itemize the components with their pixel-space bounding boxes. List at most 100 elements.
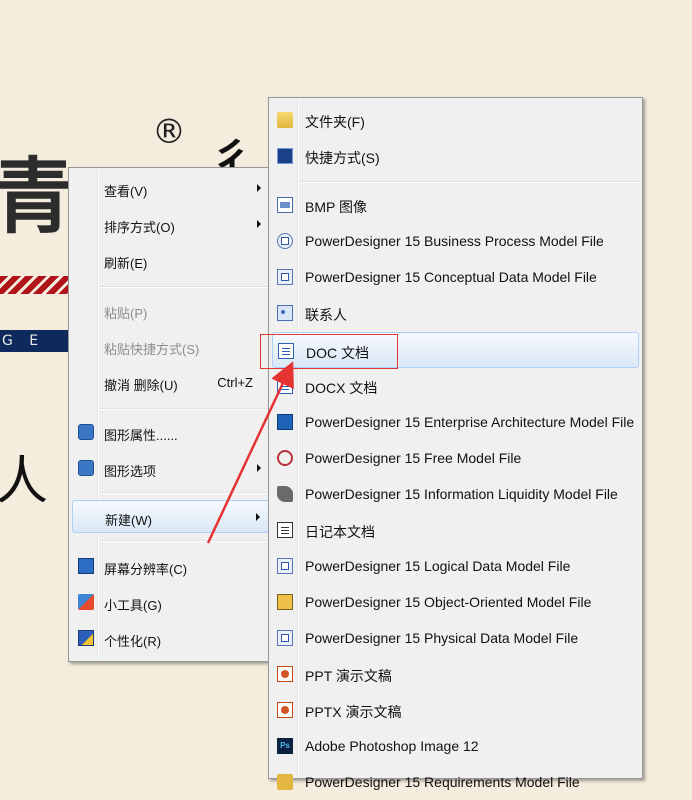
- background-logo-stripe: [0, 276, 70, 294]
- background-side-character: 人: [0, 452, 49, 512]
- annotation-highlight-box: [260, 334, 398, 369]
- powerdesigner-ilm-icon: [277, 486, 293, 502]
- menu-item-graphics-properties[interactable]: 图形属性......: [72, 416, 269, 449]
- menu-item-label: PowerDesigner 15 Information Liquidity M…: [305, 486, 618, 502]
- graphics-properties-icon: [78, 424, 94, 440]
- menu-item-label: 快捷方式(S): [305, 150, 380, 166]
- menu-item-paste: 粘贴(P): [72, 294, 269, 327]
- new-pd-cdm-item[interactable]: PowerDesigner 15 Conceptual Data Model F…: [272, 259, 639, 295]
- shortcut-icon: [277, 148, 293, 164]
- powerdesigner-free-icon: [277, 450, 293, 466]
- submenu-arrow-icon: [256, 513, 260, 521]
- menu-item-label: PowerDesigner 15 Enterprise Architecture…: [305, 414, 635, 430]
- menu-item-label: PPT 演示文稿: [305, 668, 392, 684]
- submenu-arrow-icon: [257, 184, 261, 192]
- menu-item-label: PowerDesigner 15 Business Process Model …: [305, 233, 604, 249]
- new-folder-item[interactable]: 文件夹(F): [272, 102, 639, 138]
- menu-separator: [300, 181, 639, 183]
- powerdesigner-pdm-icon: [277, 630, 293, 646]
- background-logo-band: G E: [0, 330, 70, 352]
- powerdesigner-cdm-icon: [277, 269, 293, 285]
- contact-icon: [277, 305, 293, 321]
- menu-item-label: 排序方式(O): [104, 220, 175, 235]
- folder-icon: [277, 112, 293, 128]
- menu-item-sort-by[interactable]: 排序方式(O): [72, 208, 269, 241]
- screen-resolution-icon: [78, 558, 94, 574]
- submenu-arrow-icon: [257, 464, 261, 472]
- menu-item-label: Adobe Photoshop Image 12: [305, 738, 479, 754]
- graphics-options-icon: [78, 460, 94, 476]
- registered-trademark-mark: ®: [152, 112, 186, 152]
- menu-item-label: BMP 图像: [305, 199, 367, 215]
- new-pd-rqm-item[interactable]: PowerDesigner 15 Requirements Model File: [272, 764, 639, 800]
- personalize-icon: [78, 630, 94, 646]
- new-journal-item[interactable]: 日记本文档: [272, 512, 639, 548]
- menu-item-screen-resolution[interactable]: 屏幕分辨率(C): [72, 550, 269, 583]
- new-contact-item[interactable]: 联系人: [272, 295, 639, 331]
- menu-item-label: 图形属性......: [104, 428, 178, 443]
- submenu-arrow-icon: [257, 220, 261, 228]
- menu-item-label: 新建(W): [105, 513, 152, 528]
- menu-separator: [100, 492, 269, 494]
- menu-item-label: DOCX 文档: [305, 380, 378, 396]
- menu-separator: [100, 408, 269, 410]
- menu-item-label: PowerDesigner 15 Requirements Model File: [305, 774, 580, 790]
- menu-item-label: 小工具(G): [104, 598, 162, 613]
- menu-item-label: PowerDesigner 15 Conceptual Data Model F…: [305, 269, 597, 285]
- new-submenu: 文件夹(F) 快捷方式(S) BMP 图像 PowerDesigner 15 B…: [268, 97, 643, 790]
- ppt-icon: [277, 666, 293, 682]
- menu-item-paste-shortcut: 粘贴快捷方式(S): [72, 330, 269, 363]
- new-photoshop-item[interactable]: Ps Adobe Photoshop Image 12: [272, 728, 639, 764]
- menu-item-label: 图形选项: [104, 464, 157, 479]
- menu-item-label: 粘贴快捷方式(S): [104, 342, 200, 357]
- word-docx-icon: [277, 378, 293, 394]
- menu-item-gadgets[interactable]: 小工具(G): [72, 586, 269, 619]
- menu-separator: [100, 540, 269, 542]
- gadgets-icon: [78, 594, 94, 610]
- bitmap-icon: [277, 197, 293, 213]
- menu-separator: [100, 286, 269, 288]
- menu-item-label: PowerDesigner 15 Physical Data Model Fil…: [305, 630, 579, 646]
- new-pd-oom-item[interactable]: PowerDesigner 15 Object-Oriented Model F…: [272, 584, 639, 620]
- desktop-context-menu: 查看(V) 排序方式(O) 刷新(E) 粘贴(P) 粘贴快捷方式(S) 撤消 删…: [68, 167, 273, 662]
- powerdesigner-oom-icon: [277, 594, 293, 610]
- menu-item-label: 刷新(E): [104, 256, 148, 271]
- menu-item-personalize[interactable]: 个性化(R): [72, 622, 269, 655]
- menu-item-view[interactable]: 查看(V): [72, 172, 269, 205]
- journal-icon: [277, 522, 293, 538]
- pptx-icon: [277, 702, 293, 718]
- photoshop-icon: Ps: [277, 738, 293, 754]
- powerdesigner-ldm-icon: [277, 558, 293, 574]
- powerdesigner-bpm-icon: [277, 233, 293, 249]
- menu-item-label: PowerDesigner 15 Object-Oriented Model F…: [305, 594, 592, 610]
- new-pd-ldm-item[interactable]: PowerDesigner 15 Logical Data Model File: [272, 548, 639, 584]
- menu-item-label: 撤消 删除(U): [104, 378, 178, 393]
- new-pd-ilm-item[interactable]: PowerDesigner 15 Information Liquidity M…: [272, 476, 639, 512]
- new-pd-pdm-item[interactable]: PowerDesigner 15 Physical Data Model Fil…: [272, 620, 639, 656]
- menu-item-label: 联系人: [305, 307, 347, 323]
- menu-item-label: 查看(V): [104, 184, 148, 199]
- menu-item-refresh[interactable]: 刷新(E): [72, 244, 269, 277]
- menu-item-label: PPTX 演示文稿: [305, 704, 402, 720]
- menu-item-label: 日记本文档: [305, 524, 375, 540]
- new-pd-free-item[interactable]: PowerDesigner 15 Free Model File: [272, 440, 639, 476]
- new-pptx-item[interactable]: PPTX 演示文稿: [272, 692, 639, 728]
- menu-item-new[interactable]: 新建(W): [72, 500, 269, 533]
- menu-item-label: PowerDesigner 15 Free Model File: [305, 450, 522, 466]
- menu-item-label: 文件夹(F): [305, 114, 365, 130]
- menu-item-label: PowerDesigner 15 Logical Data Model File: [305, 558, 571, 574]
- new-pd-bpm-item[interactable]: PowerDesigner 15 Business Process Model …: [272, 223, 639, 259]
- new-ppt-item[interactable]: PPT 演示文稿: [272, 656, 639, 692]
- new-bmp-item[interactable]: BMP 图像: [272, 187, 639, 223]
- menu-item-label: 屏幕分辨率(C): [104, 562, 188, 577]
- new-shortcut-item[interactable]: 快捷方式(S): [272, 138, 639, 174]
- powerdesigner-eam-icon: [277, 414, 293, 430]
- menu-item-label: 个性化(R): [104, 634, 162, 649]
- menu-item-graphics-options[interactable]: 图形选项: [72, 452, 269, 485]
- new-pd-eam-item[interactable]: PowerDesigner 15 Enterprise Architecture…: [272, 404, 639, 440]
- menu-item-label: 粘贴(P): [104, 306, 148, 321]
- menu-item-undo-delete[interactable]: 撤消 删除(U) Ctrl+Z: [72, 366, 269, 399]
- powerdesigner-rqm-icon: [277, 774, 293, 790]
- menu-item-shortcut: Ctrl+Z: [217, 375, 253, 390]
- new-docx-item[interactable]: DOCX 文档: [272, 368, 639, 404]
